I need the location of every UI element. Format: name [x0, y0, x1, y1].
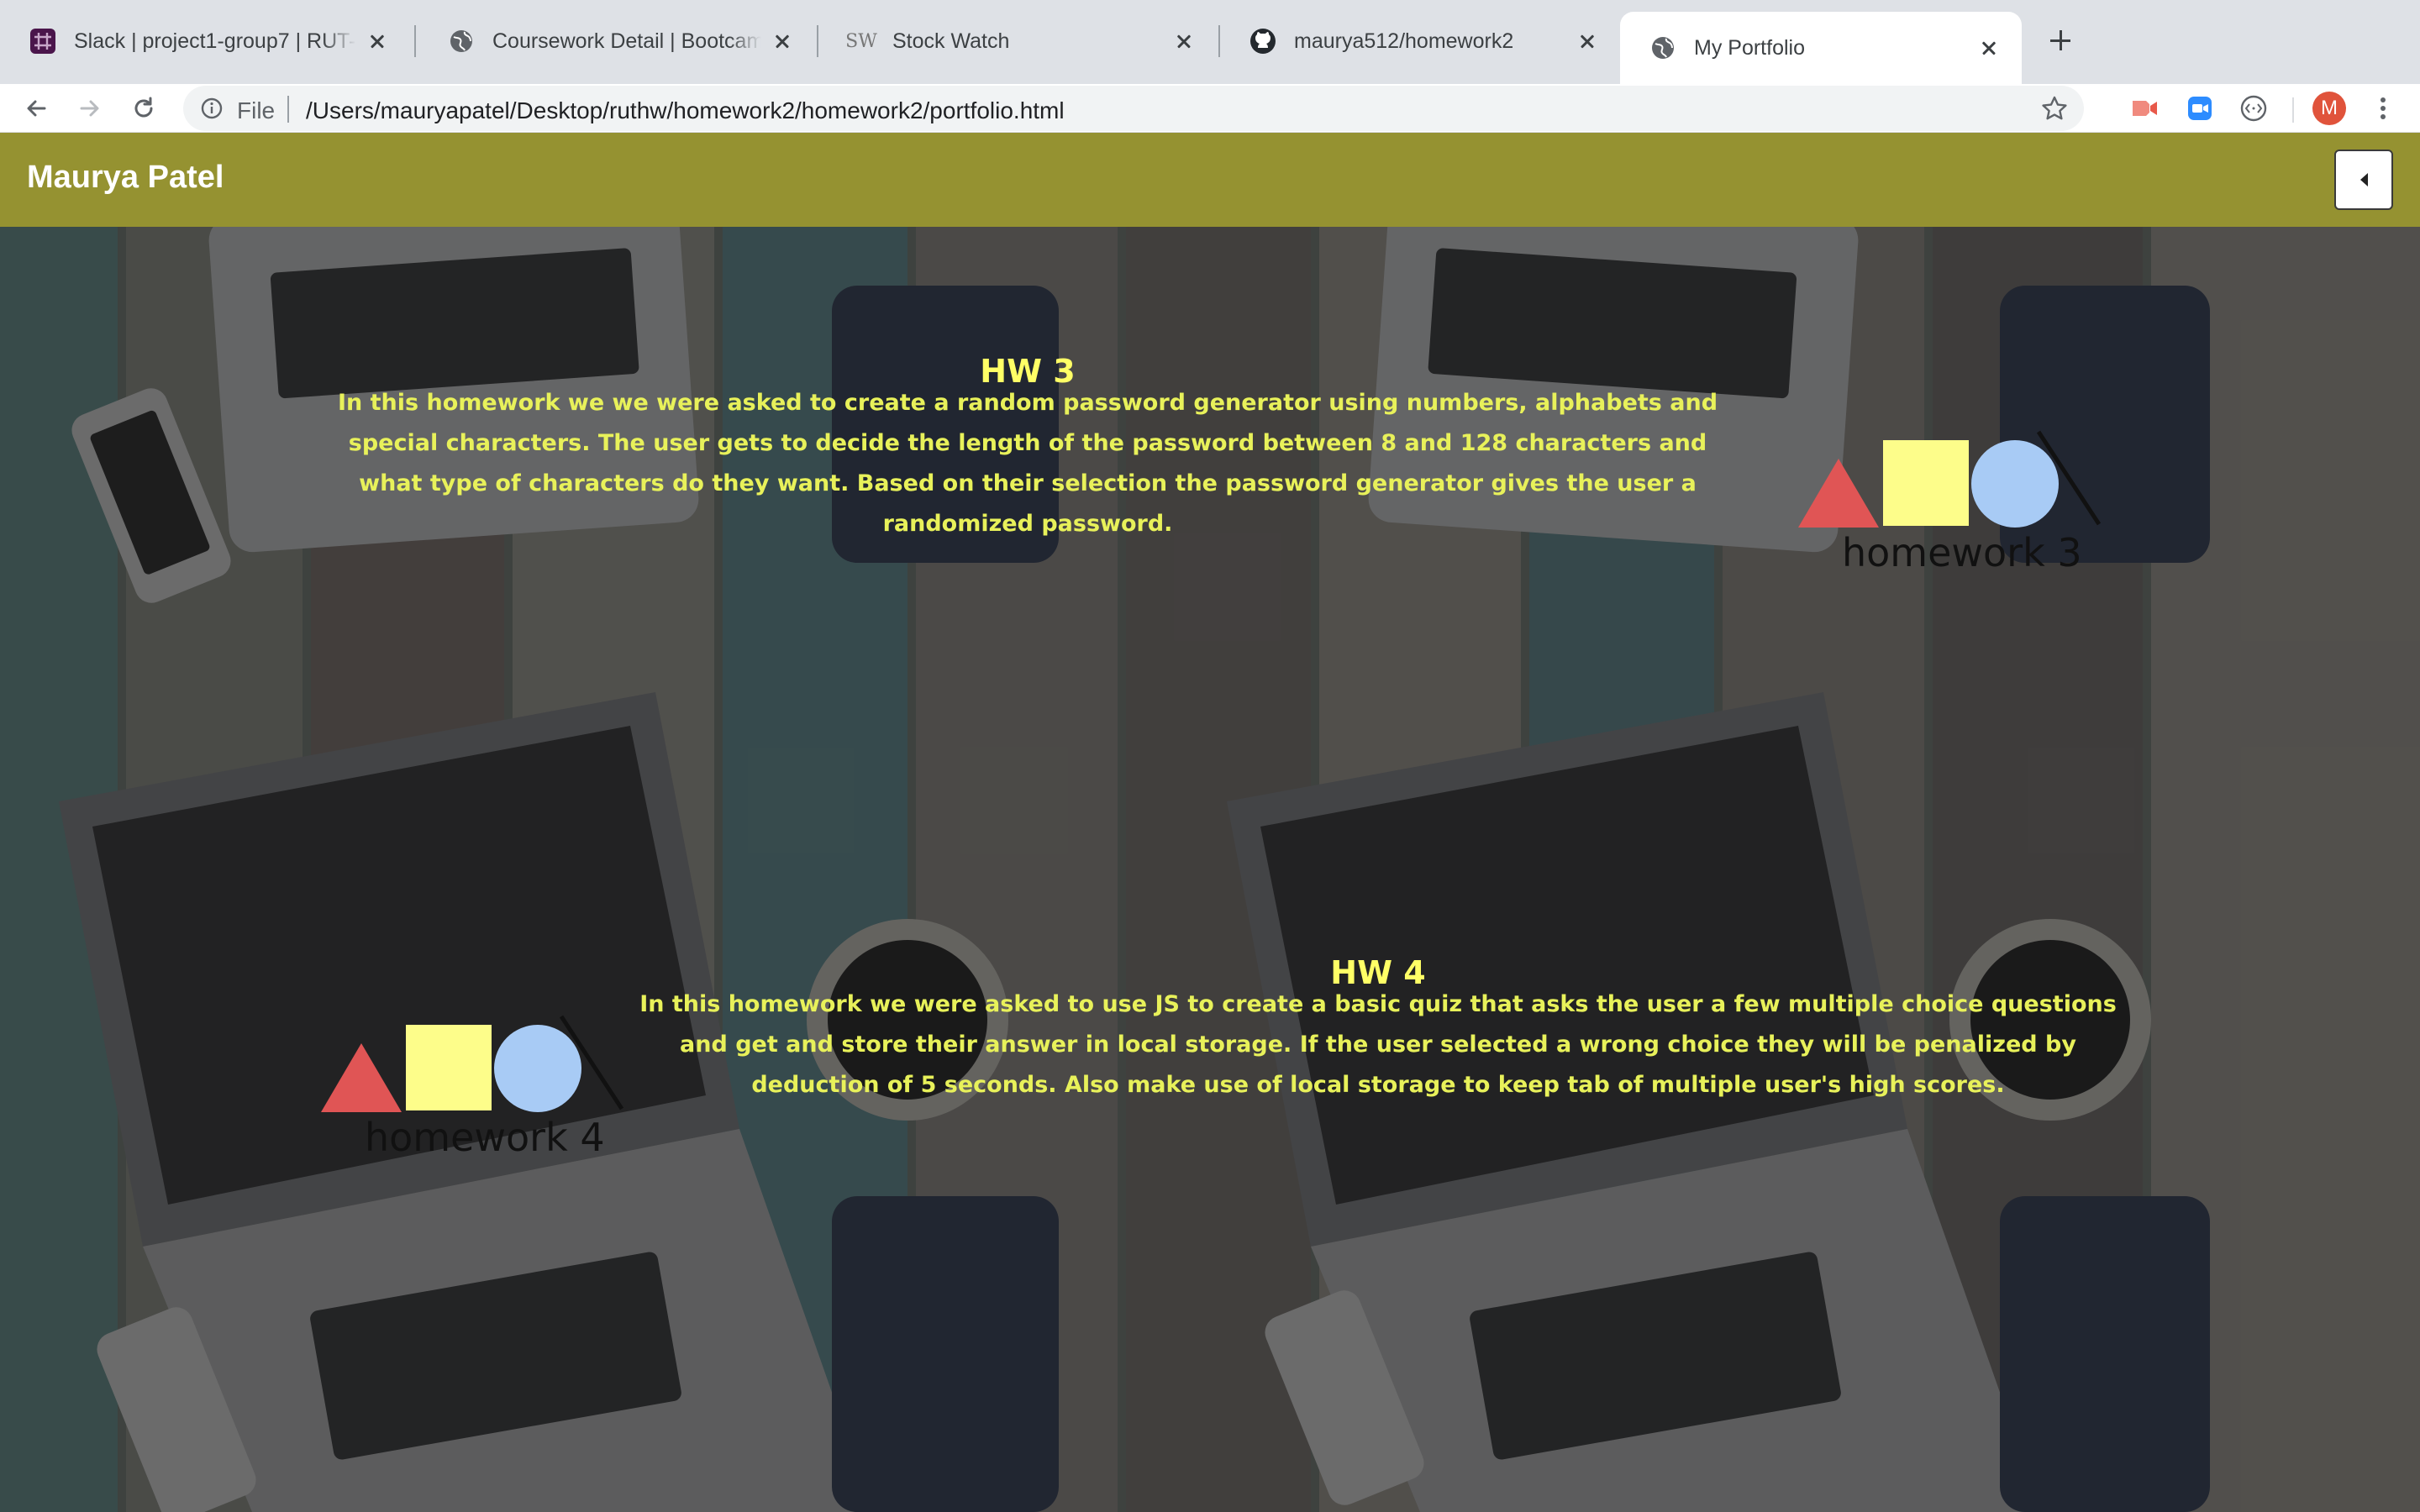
sw-icon: SW: [845, 30, 877, 52]
project-description: In this homework we we were asked to cre…: [337, 390, 1718, 537]
tab-coursework[interactable]: Coursework Detail | Bootcamp: [418, 12, 815, 71]
triangle-icon: [1798, 459, 1879, 528]
zoom-extension-icon[interactable]: [2180, 84, 2220, 133]
homework3-logo-image[interactable]: homework 3: [1795, 425, 2114, 581]
navbar-toggle-button[interactable]: [2334, 150, 2393, 210]
reload-icon: [134, 97, 153, 118]
forward-button[interactable]: [69, 87, 111, 129]
close-tab-icon[interactable]: [770, 29, 795, 54]
close-tab-icon[interactable]: [365, 29, 390, 54]
site-brand[interactable]: Maurya Patel: [27, 160, 224, 196]
bookmark-star-icon[interactable]: [2040, 94, 2069, 123]
avatar: M: [2312, 92, 2346, 125]
square-icon: [1883, 440, 1969, 526]
homework4-logo-image[interactable]: homework 4: [318, 1010, 637, 1166]
logo-text: homework 3: [1842, 530, 2082, 575]
browser-toolbar: File /Users/mauryapatel/Desktop/ruthw/ho…: [0, 84, 2420, 133]
scheme-label: File: [237, 97, 276, 123]
tab-title: Coursework Detail | Bootcamp: [492, 29, 761, 53]
globe-icon: [1649, 34, 1677, 62]
circle-icon: [494, 1025, 581, 1112]
caret-left-icon: [2360, 173, 2368, 186]
omnibox-divider: [287, 96, 289, 123]
close-tab-icon[interactable]: [1976, 35, 2002, 60]
page-viewport: Maurya Patel HW 3 In this homework we we…: [0, 133, 2420, 1512]
reload-button[interactable]: [123, 87, 165, 129]
kebab-menu-icon: [2381, 97, 2386, 119]
circle-icon: [1971, 440, 2059, 528]
globe-icon: [447, 27, 476, 55]
logo-text: homework 4: [365, 1115, 605, 1160]
video-extension-icon[interactable]: [2124, 84, 2165, 133]
info-icon[interactable]: [198, 95, 225, 122]
triangle-icon: [321, 1043, 402, 1112]
toolbar-divider: [2292, 97, 2294, 123]
profile-button[interactable]: M: [2309, 84, 2349, 133]
project-description: In this homework we were asked to use JS…: [639, 991, 2117, 1098]
browser-menu-button[interactable]: [2363, 84, 2403, 133]
tab-my-portfolio[interactable]: My Portfolio: [1620, 12, 2022, 84]
close-tab-icon[interactable]: [1171, 29, 1197, 54]
tab-title: Stock Watch: [892, 29, 1010, 53]
tab-title: Slack | project1-group7 | RUT-: [74, 29, 356, 53]
arrow-right-icon: [80, 100, 99, 117]
tab-title: My Portfolio: [1694, 35, 1805, 60]
code-extension-icon[interactable]: [2233, 84, 2274, 133]
tab-github[interactable]: maurya512/homework2: [1220, 12, 1620, 71]
tab-stock-watch[interactable]: SW Stock Watch: [818, 12, 1217, 71]
project-hw4: HW 4 In this homework we were asked to u…: [0, 659, 2420, 1512]
github-icon: [1249, 27, 1277, 55]
arrow-left-icon: [27, 100, 46, 117]
square-icon: [406, 1025, 492, 1110]
slack-icon: [29, 27, 57, 55]
new-tab-button[interactable]: [2044, 24, 2077, 57]
tab-strip: Slack | project1-group7 | RUT- Coursewor…: [0, 0, 2420, 84]
tab-slack[interactable]: Slack | project1-group7 | RUT-: [0, 12, 410, 71]
site-navbar: Maurya Patel: [0, 133, 2420, 227]
close-tab-icon[interactable]: [1575, 29, 1600, 54]
tab-separator: [414, 25, 416, 57]
url-text[interactable]: /Users/mauryapatel/Desktop/ruthw/homewor…: [306, 97, 1065, 124]
project-hw3: HW 3 In this homework we we were asked t…: [0, 227, 2420, 659]
back-button[interactable]: [15, 87, 57, 129]
address-bar[interactable]: File /Users/mauryapatel/Desktop/ruthw/ho…: [183, 86, 2084, 131]
tab-title: maurya512/homework2: [1294, 29, 1514, 53]
